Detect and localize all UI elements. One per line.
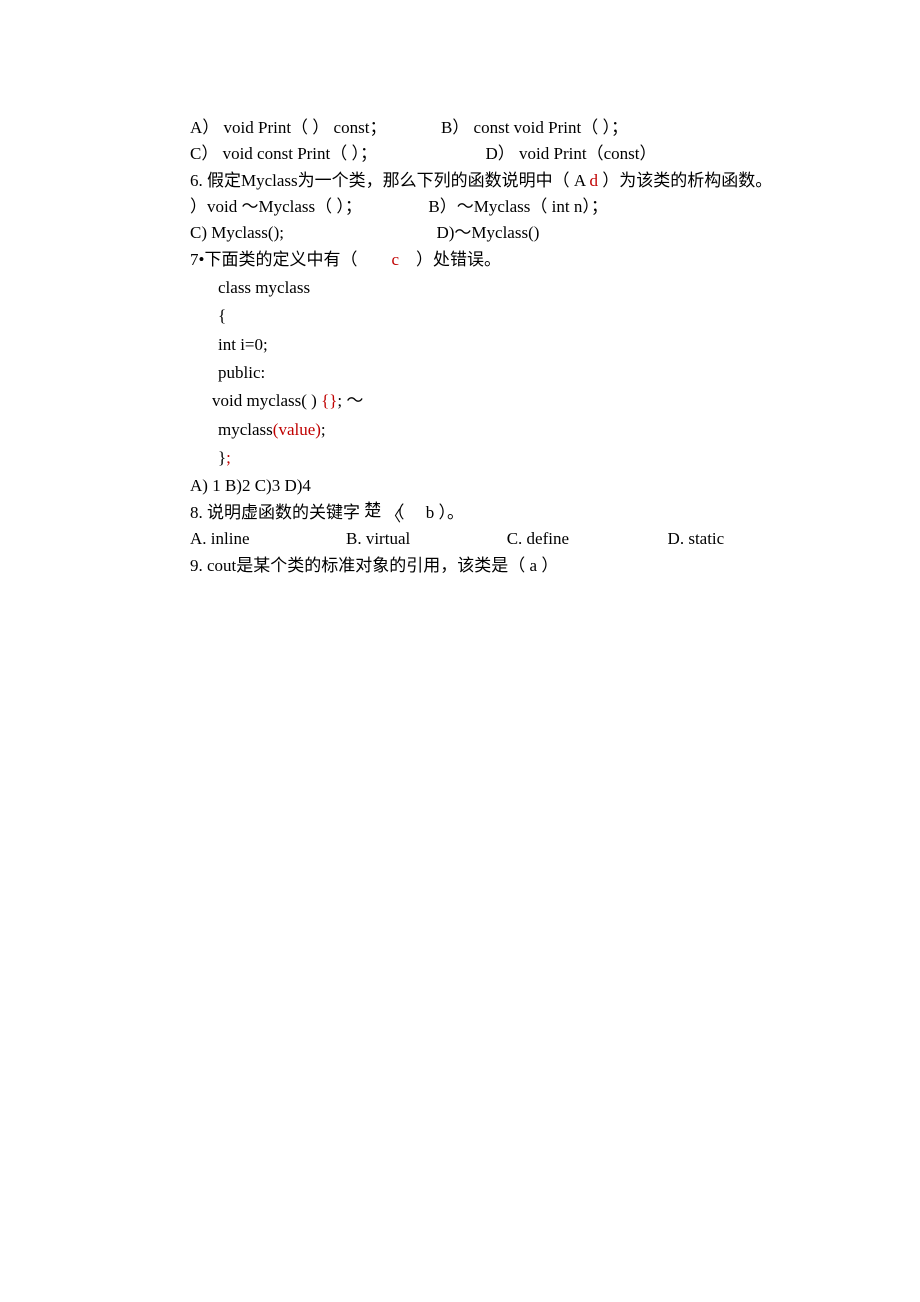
q5-option-d: D） void Print（const） [486,144,657,163]
q6-text-pre: 6. 假定Myclass为一个类，那么下列的函数说明中（ A [190,171,590,190]
q6-option-c: C) Myclass(); [190,223,284,242]
q8-question: 8. 说明虚函数的关键字 楚 （ b ）。 〈 [190,500,800,526]
q8-text-b: 楚 [364,501,381,520]
q6-option-row-1: ）void 〜Myclass（ ）； B）〜Myclass（ int n）； [190,194,800,220]
code-line: { [218,303,800,329]
q6-question: 6. 假定Myclass为一个类，那么下列的函数说明中（ A d ）为该类的析构… [190,168,800,194]
q8-option-c: C. define [507,529,569,548]
code-line: public: [218,360,800,386]
code-line: }; [218,445,800,471]
q7-question: 7•下面类的定义中有（ c ）处错误。 [190,247,800,273]
code-line: void myclass( ) {}; 〜 [212,388,800,414]
q6-option-a: ）void 〜Myclass（ ）； [190,197,362,216]
q6-answer: d [590,171,599,190]
code-line: int i=0; [218,332,800,358]
q5-option-c: C） void const Print（ ）； [190,144,377,163]
q8-option-b: B. virtual [346,529,410,548]
q6-option-row-2: C) Myclass(); D)〜Myclass() [190,220,800,246]
q6-option-b: B）〜Myclass（ int n）； [428,197,607,216]
q5-option-row-2: C） void const Print（ ）； D） void Print（co… [190,141,800,167]
q5-option-b: B） const void Print（ ）； [441,118,628,137]
q8-option-a: A. inline [190,529,250,548]
q8-text-a: 8. 说明虚函数的关键字 [190,503,364,522]
q7-options: A) 1 B)2 C)3 D)4 [190,473,800,499]
code-line: myclass(value); [218,417,800,443]
q8-option-d: D. static [668,529,725,548]
stray-glyph: 〈 [386,506,401,529]
q8-options: A. inline B. virtual C. define D. static [190,526,800,552]
q5-option-row-1: A） void Print（ ） const； B） const void Pr… [190,115,800,141]
q6-text-post: ）为该类的析构函数。 [598,171,772,190]
q7-text-post: ）处错误。 [399,250,501,269]
code-line: class myclass [218,275,800,301]
document-page: A） void Print（ ） const； B） const void Pr… [0,0,800,579]
q7-text-pre: 7•下面类的定义中有（ [190,250,391,269]
q7-code-block: class myclass { int i=0; public: void my… [218,275,800,471]
q6-option-d: D)〜Myclass() [436,223,539,242]
q9-question: 9. cout是某个类的标准对象的引用，该类是（ a ） [190,553,800,579]
q5-option-a: A） void Print（ ） const； [190,118,386,137]
q7-answer: c [391,250,399,269]
